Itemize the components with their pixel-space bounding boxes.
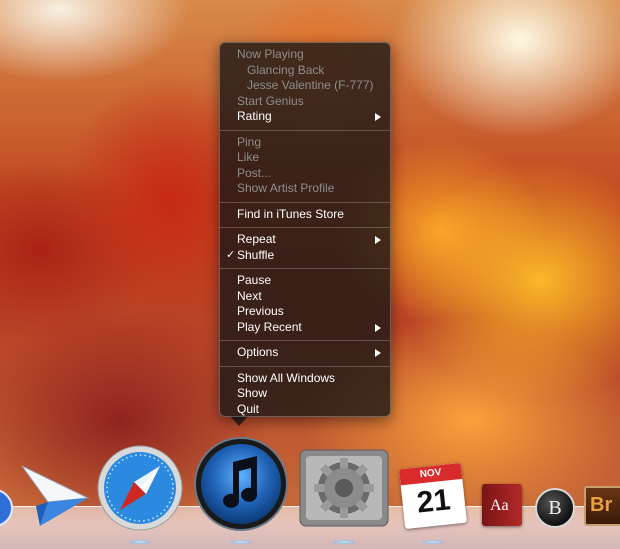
- menu-ping: Ping: [237, 134, 262, 149]
- menu-quit[interactable]: Quit: [220, 402, 390, 418]
- desktop-screen: NOV 21 Aa B Br Now Playing Glancing Back…: [0, 0, 620, 549]
- menu-rating-label: Rating: [237, 109, 272, 123]
- itunes-dock-menu: Now Playing Glancing Back Jesse Valentin…: [219, 42, 391, 417]
- calendar-icon[interactable]: NOV 21: [398, 462, 470, 532]
- menu-rating[interactable]: Rating: [220, 109, 390, 125]
- menu-shuffle-label: Shuffle: [237, 247, 275, 262]
- menu-pointer: [230, 416, 248, 426]
- calendar-month: NOV: [419, 467, 442, 481]
- safari-icon[interactable]: [96, 444, 184, 532]
- bbedit-icon[interactable]: B: [532, 486, 580, 532]
- menu-track-title: Glancing Back: [247, 62, 325, 77]
- menu-repeat-label: Repeat: [237, 232, 276, 246]
- menu-play-recent-label: Play Recent: [237, 319, 302, 334]
- checkmark-icon: ✓: [226, 248, 236, 261]
- dictionary-icon[interactable]: Aa: [478, 482, 530, 530]
- submenu-arrow-icon: [375, 236, 381, 244]
- partial-blue-app-icon[interactable]: [0, 488, 14, 528]
- sysprefs-running-indicator: [333, 540, 355, 544]
- submenu-arrow-icon: [375, 113, 381, 121]
- menu-show[interactable]: Show: [220, 386, 390, 402]
- menu-find-in-store[interactable]: Find in iTunes Store: [220, 207, 390, 223]
- partial-app-label: Br: [590, 494, 613, 516]
- menu-separator: [220, 365, 390, 367]
- menu-options[interactable]: Options: [220, 345, 390, 361]
- menu-post: Post...: [237, 165, 272, 180]
- menu-like: Like: [237, 150, 260, 164]
- menu-show-all-windows[interactable]: Show All Windows: [220, 371, 390, 387]
- dictionary-label: Aa: [490, 497, 509, 514]
- menu-separator: [220, 129, 390, 131]
- menu-separator: [220, 340, 390, 341]
- menu-options-label: Options: [237, 345, 279, 359]
- menu-pause[interactable]: Pause: [220, 273, 390, 289]
- menu-separator: [220, 227, 390, 228]
- menu-separator: [220, 201, 390, 203]
- system-preferences-icon[interactable]: [298, 448, 390, 528]
- safari-running-indicator: [129, 540, 151, 544]
- menu-play-recent[interactable]: Play Recent: [220, 320, 390, 336]
- menu-shuffle[interactable]: ✓ Shuffle: [220, 248, 390, 264]
- menu-start-genius: Start Genius: [237, 93, 304, 108]
- submenu-arrow-icon: [375, 323, 381, 332]
- submenu-arrow-icon: [375, 349, 381, 357]
- itunes-running-indicator: [230, 540, 252, 544]
- menu-repeat[interactable]: Repeat: [220, 232, 390, 248]
- menu-separator: [220, 268, 390, 269]
- sparrow-mail-icon[interactable]: [18, 462, 90, 530]
- calendar-day: 21: [415, 483, 452, 520]
- itunes-icon[interactable]: [193, 436, 289, 532]
- bbedit-label: B: [548, 497, 562, 519]
- calendar-running-indicator: [422, 540, 444, 544]
- menu-track-artist: Jesse Valentine (F-777): [247, 78, 374, 92]
- menu-next[interactable]: Next: [220, 289, 390, 305]
- partial-app-icon[interactable]: Br: [584, 486, 620, 528]
- menu-previous[interactable]: Previous: [220, 304, 390, 320]
- menu-show-artist-profile: Show Artist Profile: [237, 181, 335, 195]
- menu-now-playing-header: Now Playing: [237, 47, 304, 61]
